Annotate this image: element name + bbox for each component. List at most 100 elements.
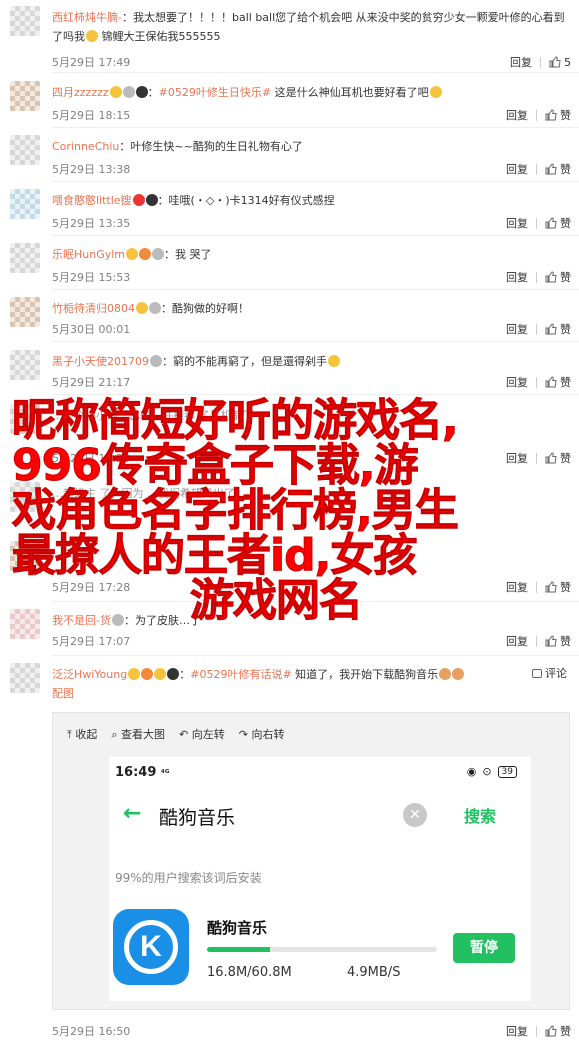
- reply-button[interactable]: 回复: [506, 321, 528, 337]
- badge-icon: [122, 86, 135, 98]
- rotate-left-button[interactable]: ↶ 向左转: [179, 726, 225, 742]
- topic-link[interactable]: #0529叶修有话说#: [190, 668, 291, 681]
- star-icon: [132, 194, 145, 206]
- avatar[interactable]: [10, 297, 40, 327]
- avatar[interactable]: [10, 350, 40, 380]
- timestamp: 5月30日 00:01: [52, 323, 131, 336]
- thumbs-up-icon: [545, 271, 557, 283]
- like-button[interactable]: 5: [549, 56, 571, 69]
- divider: [52, 341, 579, 342]
- timestamp: 5月29日 13:38: [52, 163, 131, 176]
- badge-icon: [109, 86, 122, 98]
- avatar[interactable]: [10, 6, 40, 36]
- avatar[interactable]: [10, 189, 40, 219]
- badge-icon: [149, 302, 161, 314]
- username[interactable]: 西红柿炖牛腩-: [52, 11, 122, 24]
- thumbs-up-icon: [549, 56, 561, 68]
- comment-icon: [531, 669, 542, 678]
- verified-icon: [128, 668, 141, 680]
- pause-button: 暂停: [453, 933, 515, 963]
- rotate-right-button[interactable]: ↷ 向右转: [239, 726, 285, 742]
- search-button: 搜索: [464, 807, 497, 826]
- thumbs-up-icon: [545, 217, 557, 229]
- reply-button[interactable]: 回复: [506, 269, 528, 285]
- topic-link[interactable]: #0529叶修生日快乐#: [159, 86, 271, 99]
- phone-screenshot: 16:49 ⁴ᴳ ◉ ⊙ 39 ← 酷狗音乐 ✕ 搜索 99%的用户搜索该词后安…: [109, 757, 531, 1001]
- comment: 四月zzzzzz ：#0529叶修生日快乐# 这是什么神仙耳机也要好看了吧 5月2…: [0, 75, 579, 129]
- timestamp: 5月29日 17:49: [52, 56, 131, 69]
- comment-text: CorinneChiu：叶修生快~~酷狗的生日礼物有心了: [52, 140, 303, 153]
- reply-button[interactable]: 回复: [506, 161, 528, 177]
- divider: [536, 217, 537, 229]
- emoji-icon: [452, 668, 465, 680]
- collapse-button[interactable]: ⤒ 收起: [67, 726, 97, 742]
- like-button[interactable]: 赞: [545, 215, 571, 231]
- divider: [52, 289, 579, 290]
- reply-button[interactable]: 回复: [506, 107, 528, 123]
- reply-button[interactable]: 回复: [510, 54, 532, 70]
- badge-icon: [141, 668, 154, 680]
- username[interactable]: CorinneChiu: [52, 140, 119, 153]
- emoji-icon: [328, 355, 340, 367]
- comment-text: 竹栀待清归0804 ：酷狗做的好啊！: [52, 302, 249, 315]
- kugou-icon: K: [113, 909, 189, 985]
- divider: [536, 1025, 537, 1037]
- back-arrow-icon: ←: [123, 801, 142, 826]
- timestamp: 5月29日 18:15: [52, 109, 131, 122]
- comment: 黑子小天使201709 ：窮的不能再窮了，但是還得剁手 5月29日 21:17 回…: [0, 344, 579, 398]
- panda-icon: [145, 194, 158, 206]
- clear-icon: ✕: [403, 803, 427, 827]
- embedded-image[interactable]: ⤒ 收起 ⌕ 查看大图 ↶ 向左转 ↷ 向右转 16:49 ⁴ᴳ ◉ ⊙ 39 …: [52, 712, 570, 1010]
- headline-line: 戏角色名字排行榜,男生: [12, 485, 460, 536]
- view-large-button[interactable]: ⌕ 查看大图: [111, 726, 165, 742]
- divider: [52, 655, 579, 656]
- username[interactable]: 乐眠HunGylm: [52, 248, 125, 261]
- progress-fill: [207, 947, 271, 952]
- avatar[interactable]: [10, 243, 40, 273]
- reply-button[interactable]: 回复: [506, 215, 528, 231]
- badge-icon: [150, 355, 162, 367]
- like-button[interactable]: 赞: [545, 1023, 571, 1039]
- like-button[interactable]: 赞: [545, 107, 571, 123]
- like-button[interactable]: 赞: [545, 374, 571, 390]
- username[interactable]: 喂食憨憨little锼: [52, 194, 132, 207]
- avatar[interactable]: [10, 135, 40, 165]
- divider: [536, 376, 537, 388]
- reply-button[interactable]: 回复: [506, 633, 528, 649]
- download-progress: [207, 947, 437, 952]
- reply-button[interactable]: 回复: [506, 1023, 528, 1039]
- image-link[interactable]: 配图: [52, 687, 74, 700]
- avatar[interactable]: [10, 663, 40, 693]
- comment-actions: 回复 赞: [506, 1023, 571, 1039]
- like-button[interactable]: 赞: [545, 321, 571, 337]
- comment-text: 乐眠HunGylm ：我 哭了: [52, 248, 212, 261]
- avatar[interactable]: [10, 81, 40, 111]
- emoji-icon: [429, 86, 442, 98]
- username[interactable]: 泛泛HwiYoung: [52, 668, 127, 681]
- like-button[interactable]: 赞: [545, 633, 571, 649]
- username[interactable]: 四月zzzzzz: [52, 86, 109, 99]
- comment: 喂食憨憨little锼 ：哇哦(・◇・)卡1314好有仪式感捏 5月29日 13:…: [0, 183, 579, 237]
- username[interactable]: 竹栀待清归0804: [52, 302, 135, 315]
- timestamp: 5月29日 21:17: [52, 376, 131, 389]
- like-button[interactable]: 赞: [545, 269, 571, 285]
- thumbs-up-icon: [545, 1025, 557, 1037]
- comment-actions: 回复 5: [510, 54, 571, 70]
- search-hint: 99%的用户搜索该词后安装: [115, 871, 262, 885]
- comment: 竹栀待清归0804 ：酷狗做的好啊！ 5月30日 00:01 回复 赞: [0, 291, 579, 345]
- like-button[interactable]: 赞: [545, 161, 571, 177]
- status-time: 16:49 ⁴ᴳ: [115, 765, 170, 780]
- username[interactable]: 黑子小天使201709: [52, 355, 149, 368]
- divider: [536, 163, 537, 175]
- comment-link[interactable]: 评论: [531, 665, 567, 681]
- divider: [536, 271, 537, 283]
- status-icons: ◉ ⊙ 39: [467, 765, 517, 778]
- image-toolbar: ⤒ 收起 ⌕ 查看大图 ↶ 向左转 ↷ 向右转: [67, 726, 284, 742]
- reply-button[interactable]: 回复: [506, 374, 528, 390]
- divider: [536, 635, 537, 647]
- comment-actions: 回复 赞: [506, 107, 571, 123]
- divider: [536, 109, 537, 121]
- app-name: 酷狗音乐: [207, 919, 268, 937]
- badge-icon: [152, 248, 165, 260]
- comment: CorinneChiu：叶修生快~~酷狗的生日礼物有心了 5月29日 13:38…: [0, 129, 579, 183]
